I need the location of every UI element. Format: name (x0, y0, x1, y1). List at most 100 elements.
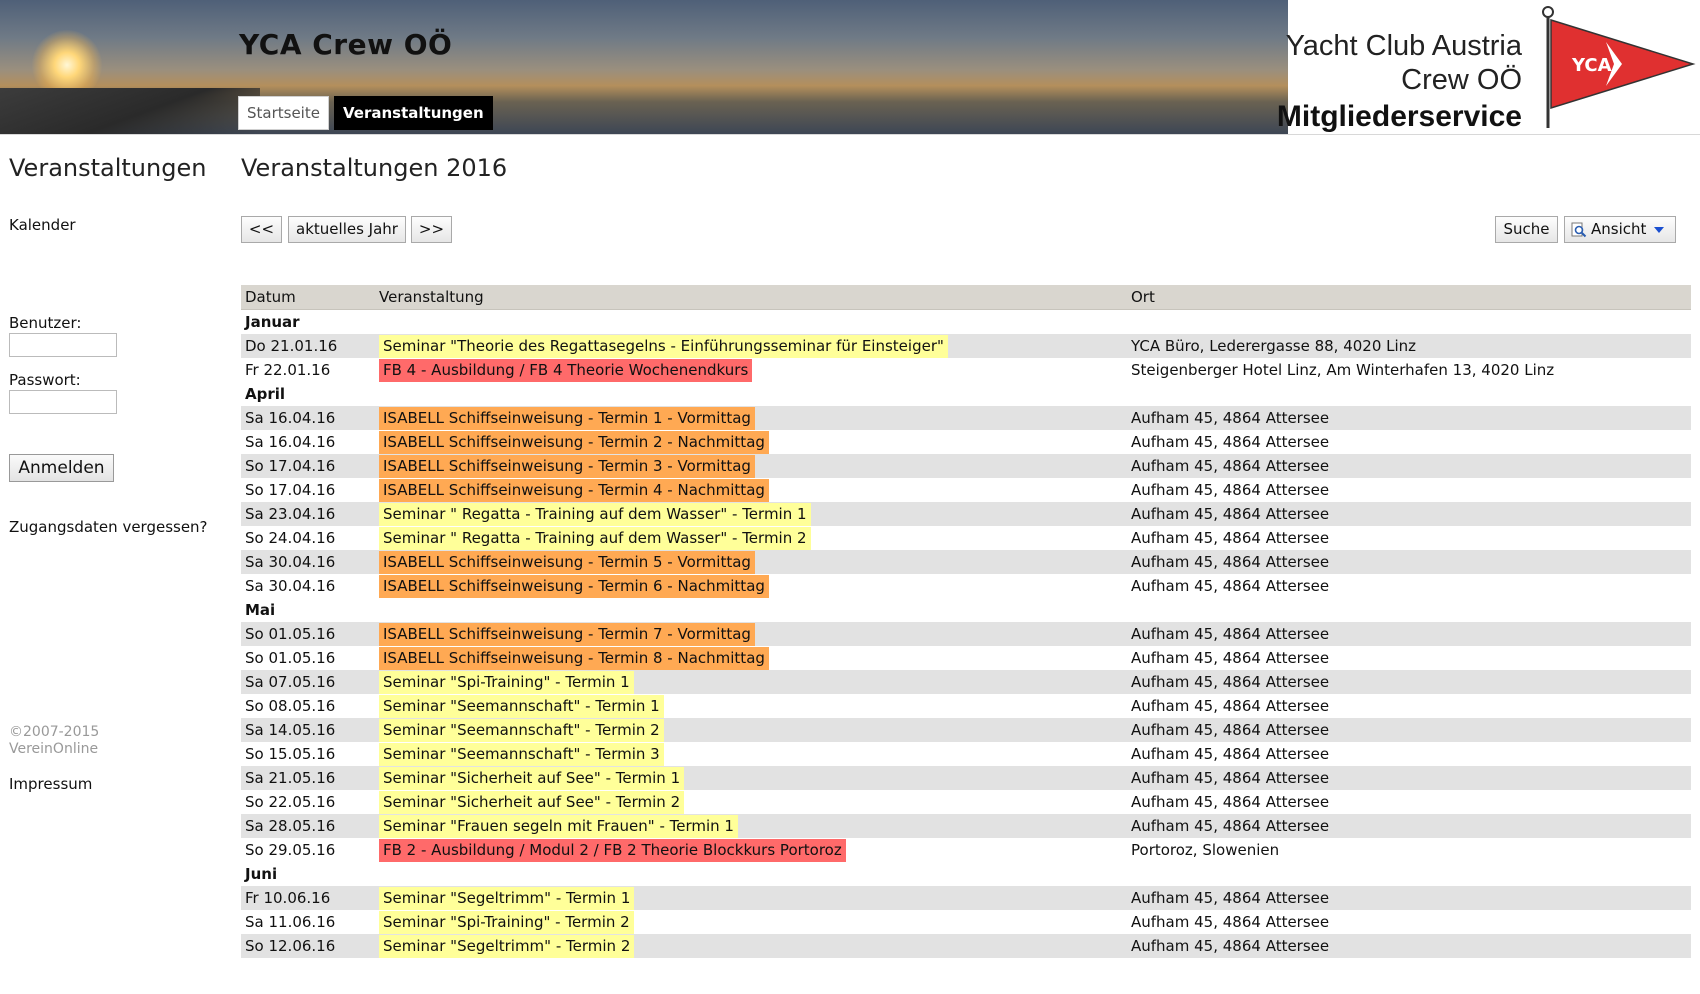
current-year-button[interactable]: aktuelles Jahr (288, 216, 406, 243)
event-title-link[interactable]: Seminar "Frauen segeln mit Frauen" - Ter… (379, 815, 738, 838)
event-title-link[interactable]: ISABELL Schiffseinweisung - Termin 1 - V… (379, 407, 755, 430)
next-year-button[interactable]: >> (411, 216, 452, 243)
search-button[interactable]: Suche (1495, 216, 1558, 243)
table-row[interactable]: So 01.05.16 ISABELL Schiffseinweisung - T… (241, 646, 1691, 670)
table-row[interactable]: So 17.04.16 ISABELL Schiffseinweisung - T… (241, 478, 1691, 502)
logo-club-name: Yacht Club Austria (1285, 30, 1522, 62)
event-cell: Seminar "Frauen segeln mit Frauen" - Ter… (375, 814, 1127, 838)
site-title: YCA Crew OÖ (239, 28, 453, 61)
table-row[interactable]: Sa 16.04.16 ISABELL Schiffseinweisung - T… (241, 406, 1691, 430)
event-date: Sa 07.05.16 (241, 670, 375, 694)
event-title-link[interactable]: ISABELL Schiffseinweisung - Termin 7 - V… (379, 623, 755, 646)
event-title-link[interactable]: Seminar "Seemannschaft" - Termin 2 (379, 719, 664, 742)
forgot-credentials-link[interactable]: Zugangsdaten vergessen? (9, 518, 208, 536)
table-row[interactable]: Fr 22.01.16 FB 4 - Ausbildung / FB 4 Theo… (241, 358, 1691, 382)
club-logo[interactable]: Yacht Club Austria Crew OÖ Mitgliederser… (1277, 0, 1700, 134)
chevron-down-icon (1654, 226, 1665, 233)
event-title-link[interactable]: ISABELL Schiffseinweisung - Termin 8 - N… (379, 647, 769, 670)
table-row[interactable]: Sa 30.04.16 ISABELL Schiffseinweisung - T… (241, 574, 1691, 598)
month-heading: Juni (241, 862, 1691, 886)
event-title-link[interactable]: Seminar "Sicherheit auf See" - Termin 2 (379, 791, 685, 814)
table-row[interactable]: So 08.05.16 Seminar "Seemannschaft" - Ter… (241, 694, 1691, 718)
month-row: April (241, 382, 1691, 406)
month-heading: April (241, 382, 1691, 406)
event-place: Aufham 45, 4864 Attersee (1127, 934, 1691, 958)
tab-startseite[interactable]: Startseite (238, 96, 329, 130)
event-cell: Seminar "Sicherheit auf See" - Termin 2 (375, 790, 1127, 814)
table-row[interactable]: Sa 16.04.16 ISABELL Schiffseinweisung - T… (241, 430, 1691, 454)
table-row[interactable]: So 24.04.16 Seminar " Regatta - Training … (241, 526, 1691, 550)
tab-veranstaltungen[interactable]: Veranstaltungen (334, 96, 493, 130)
password-input[interactable] (9, 390, 117, 414)
event-title-link[interactable]: ISABELL Schiffseinweisung - Termin 6 - N… (379, 575, 769, 598)
event-title-link[interactable]: ISABELL Schiffseinweisung - Termin 2 - N… (379, 431, 769, 454)
event-title-link[interactable]: Seminar " Regatta - Training auf dem Was… (379, 527, 811, 550)
table-row[interactable]: So 22.05.16 Seminar "Sicherheit auf See" … (241, 790, 1691, 814)
event-title-link[interactable]: Seminar "Spi-Training" - Termin 2 (379, 911, 634, 934)
event-title-link[interactable]: ISABELL Schiffseinweisung - Termin 5 - V… (379, 551, 755, 574)
month-row: Januar (241, 309, 1691, 334)
event-cell: ISABELL Schiffseinweisung - Termin 4 - N… (375, 478, 1127, 502)
event-date: So 01.05.16 (241, 622, 375, 646)
event-title-link[interactable]: Seminar "Segeltrimm" - Termin 1 (379, 887, 635, 910)
event-place: Aufham 45, 4864 Attersee (1127, 694, 1691, 718)
event-cell: ISABELL Schiffseinweisung - Termin 3 - V… (375, 454, 1127, 478)
event-date: So 01.05.16 (241, 646, 375, 670)
password-label: Passwort: (9, 371, 81, 389)
table-row[interactable]: Sa 30.04.16 ISABELL Schiffseinweisung - T… (241, 550, 1691, 574)
table-row[interactable]: So 15.05.16 Seminar "Seemannschaft" - Ter… (241, 742, 1691, 766)
table-row[interactable]: Sa 23.04.16 Seminar " Regatta - Training … (241, 502, 1691, 526)
table-row[interactable]: Sa 28.05.16 Seminar "Frauen segeln mit Fr… (241, 814, 1691, 838)
column-header-place[interactable]: Ort (1127, 285, 1691, 310)
event-place: Aufham 45, 4864 Attersee (1127, 478, 1691, 502)
event-date: Sa 21.05.16 (241, 766, 375, 790)
login-button[interactable]: Anmelden (9, 454, 114, 482)
event-title-link[interactable]: Seminar "Segeltrimm" - Termin 2 (379, 935, 635, 958)
event-title-link[interactable]: Seminar "Spi-Training" - Termin 1 (379, 671, 634, 694)
table-row[interactable]: Sa 14.05.16 Seminar "Seemannschaft" - Ter… (241, 718, 1691, 742)
column-header-date[interactable]: Datum (241, 285, 375, 310)
impressum-link[interactable]: Impressum (9, 775, 92, 793)
event-date: Sa 23.04.16 (241, 502, 375, 526)
table-row[interactable]: Fr 10.06.16 Seminar "Segeltrimm" - Termin… (241, 886, 1691, 910)
event-date: So 08.05.16 (241, 694, 375, 718)
column-header-event[interactable]: Veranstaltung (375, 285, 1127, 310)
event-cell: ISABELL Schiffseinweisung - Termin 7 - V… (375, 622, 1127, 646)
view-dropdown-button[interactable]: Ansicht (1564, 216, 1676, 243)
calendar-link[interactable]: Kalender (9, 216, 76, 234)
table-row[interactable]: Sa 21.05.16 Seminar "Sicherheit auf See" … (241, 766, 1691, 790)
event-title-link[interactable]: Seminar " Regatta - Training auf dem Was… (379, 503, 811, 526)
table-row[interactable]: So 12.06.16 Seminar "Segeltrimm" - Termin… (241, 934, 1691, 958)
logo-crew-name: Crew OÖ (1401, 64, 1522, 96)
event-cell: ISABELL Schiffseinweisung - Termin 2 - N… (375, 430, 1127, 454)
table-row[interactable]: So 29.05.16 FB 2 - Ausbildung / Modul 2 /… (241, 838, 1691, 862)
event-title-link[interactable]: Seminar "Seemannschaft" - Termin 3 (379, 743, 664, 766)
logo-member-service: Mitgliederservice (1276, 100, 1522, 133)
event-cell: Seminar "Segeltrimm" - Termin 2 (375, 934, 1127, 958)
event-place: Aufham 45, 4864 Attersee (1127, 814, 1691, 838)
previous-year-button[interactable]: << (241, 216, 282, 243)
table-row[interactable]: So 01.05.16 ISABELL Schiffseinweisung - T… (241, 622, 1691, 646)
event-date: So 17.04.16 (241, 478, 375, 502)
event-title-link[interactable]: FB 2 - Ausbildung / Modul 2 / FB 2 Theor… (379, 839, 846, 862)
event-cell: FB 4 - Ausbildung / FB 4 Theorie Wochene… (375, 358, 1127, 382)
event-title-link[interactable]: Seminar "Sicherheit auf See" - Termin 1 (379, 767, 685, 790)
table-row[interactable]: Sa 11.06.16 Seminar "Spi-Training" - Term… (241, 910, 1691, 934)
event-title-link[interactable]: Seminar "Seemannschaft" - Termin 1 (379, 695, 664, 718)
event-cell: Seminar "Seemannschaft" - Termin 3 (375, 742, 1127, 766)
event-title-link[interactable]: ISABELL Schiffseinweisung - Termin 4 - N… (379, 479, 769, 502)
user-input[interactable] (9, 333, 117, 357)
table-row[interactable]: So 17.04.16 ISABELL Schiffseinweisung - T… (241, 454, 1691, 478)
event-place: Steigenberger Hotel Linz, Am Winterhafen… (1127, 358, 1691, 382)
event-title-link[interactable]: ISABELL Schiffseinweisung - Termin 3 - V… (379, 455, 755, 478)
event-place: Aufham 45, 4864 Attersee (1127, 766, 1691, 790)
shoreline (0, 88, 260, 134)
event-date: Sa 16.04.16 (241, 430, 375, 454)
table-row[interactable]: Sa 07.05.16 Seminar "Spi-Training" - Term… (241, 670, 1691, 694)
event-place: Aufham 45, 4864 Attersee (1127, 430, 1691, 454)
table-row[interactable]: Do 21.01.16 Seminar "Theorie des Regattas… (241, 334, 1691, 358)
event-place: Aufham 45, 4864 Attersee (1127, 550, 1691, 574)
event-title-link[interactable]: Seminar "Theorie des Regattasegelns - Ei… (379, 335, 948, 358)
event-title-link[interactable]: FB 4 - Ausbildung / FB 4 Theorie Wochene… (379, 359, 753, 382)
event-cell: Seminar "Segeltrimm" - Termin 1 (375, 886, 1127, 910)
